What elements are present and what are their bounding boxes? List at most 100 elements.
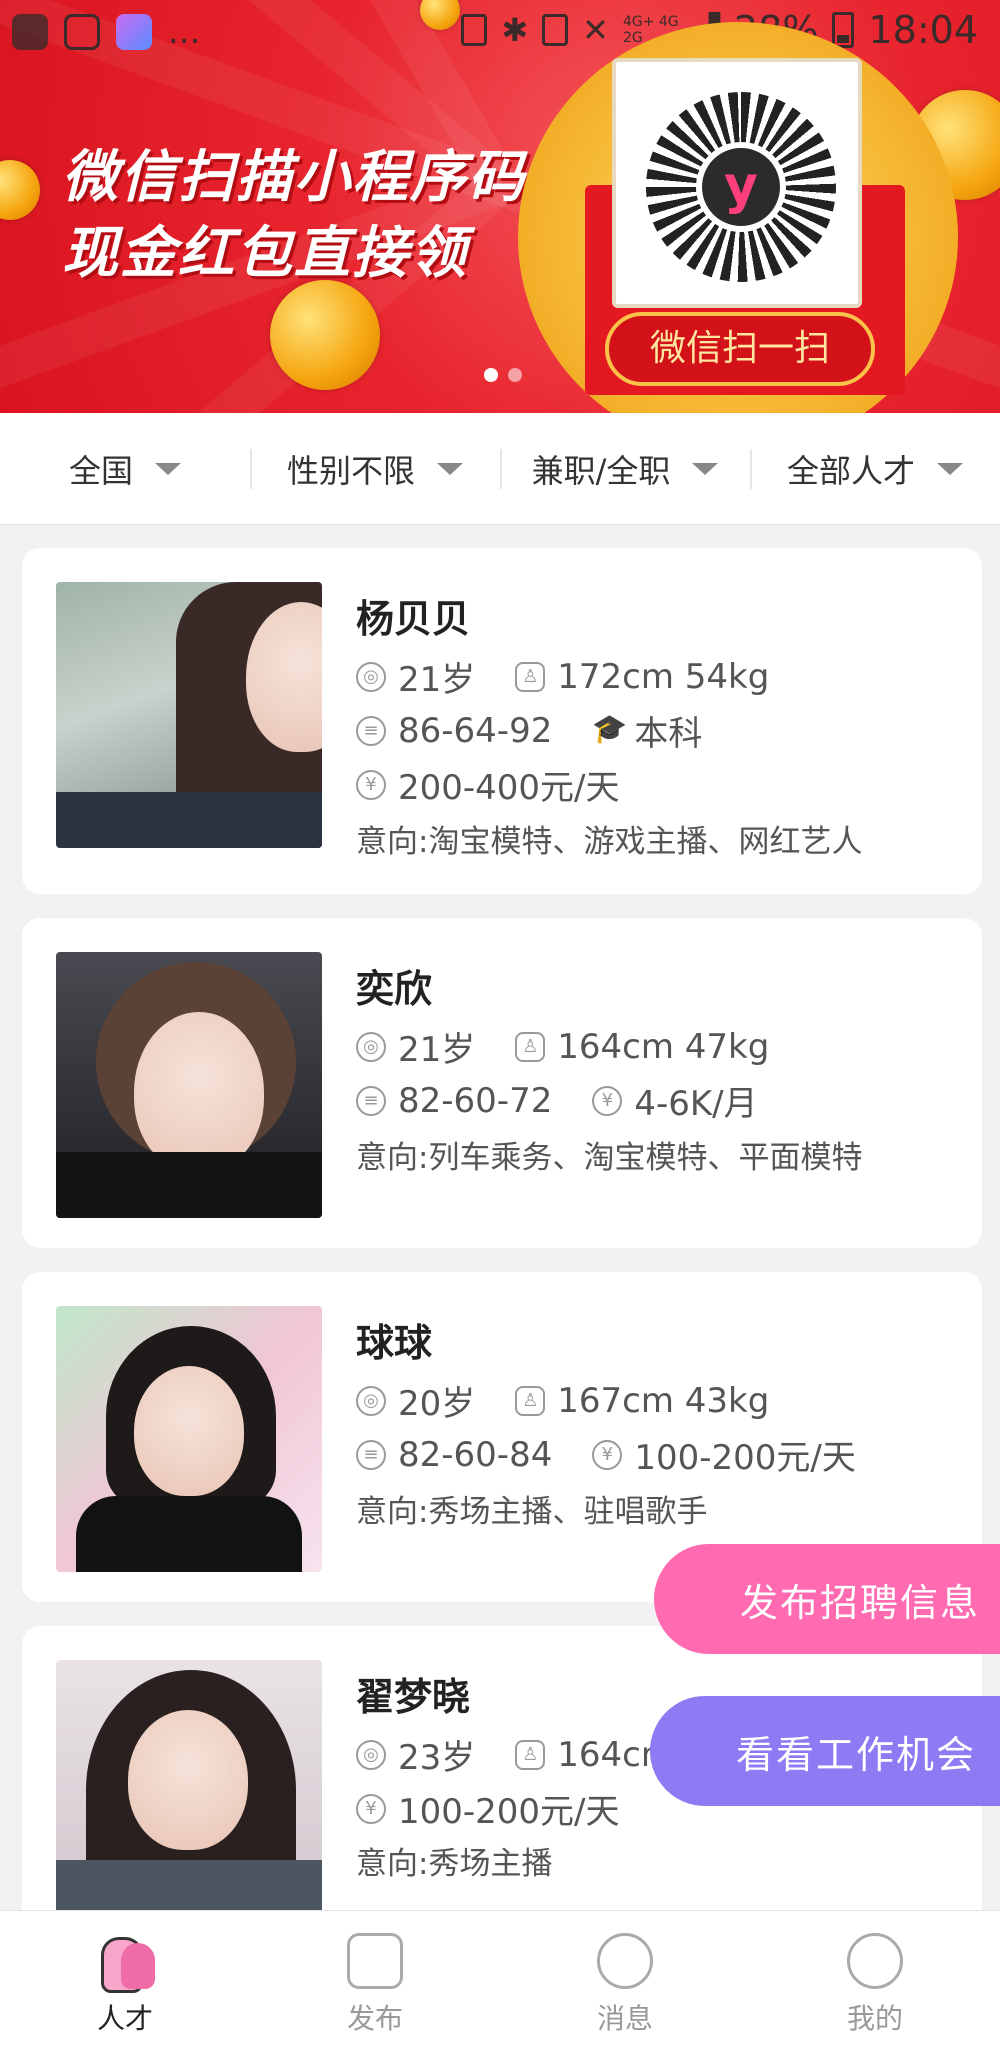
measurements-icon: ≡ [356,1439,386,1470]
filter-job-type[interactable]: 兼职/全职 [500,413,750,524]
carousel-dot-2[interactable] [508,368,522,382]
talent-age: 20岁 [398,1384,476,1424]
talent-name: 翟梦晓 [356,1675,471,1719]
filter-label: 兼职/全职 [531,451,671,490]
avatar-photo [56,1306,322,1572]
talent-height-weight: 172cm 54kg [557,656,770,697]
post-job-button[interactable]: 发布招聘信息 [654,1544,1000,1654]
bluetooth-icon: ✱ [501,11,529,49]
age-icon: ◎ [356,661,386,692]
yen-icon: ¥ [356,769,386,800]
coin-decoration [270,280,380,390]
people-icon [97,1933,155,1993]
message-icon [597,1933,653,1989]
talent-intent: 意向:秀场主播 [356,1846,553,1882]
avatar-photo [56,952,322,1218]
filter-gender[interactable]: 性别不限 [250,413,500,524]
sim-icon [461,14,488,46]
nav-label: 发布 [346,2002,403,2035]
banner-line-2: 现金红包直接领 [62,221,468,286]
talent-pay: 100-200元/天 [398,1792,620,1832]
body-icon: ♙ [515,1031,546,1062]
talent-measurements-row: ≡ 86-64-92 🎓 本科 [356,706,702,755]
carousel-indicator [484,368,522,382]
chevron-down-icon [937,462,963,475]
body-icon: ♙ [515,1385,546,1416]
notification-icon [12,14,48,50]
measurements-icon: ≡ [356,1085,386,1116]
mute-icon: ✕ [582,11,609,49]
talent-height-weight: 164cm 47kg [557,1026,770,1067]
carousel-dot-1[interactable] [484,368,498,382]
talent-stats-row: ◎ 20岁 ♙ 167cm 43kg [356,1376,769,1425]
banner-headline: 微信扫描小程序码 现金红包直接领 [62,140,526,292]
talent-measurements-row: ≡ 82-60-72 ¥4-6K/月 [356,1076,758,1125]
talent-pay: 200-400元/天 [398,768,620,808]
filter-label: 全部人才 [786,451,915,490]
age-icon: ◎ [356,1031,386,1062]
banner-line-1: 微信扫描小程序码 [62,145,526,210]
nfc-icon [542,14,569,46]
nav-label: 消息 [596,2002,653,2035]
yen-icon: ¥ [592,1439,623,1470]
talent-pay-row: ¥100-200元/天 [356,1784,620,1833]
talent-education: 本科 [634,714,703,754]
talent-age: 23岁 [398,1738,476,1778]
filter-label: 全国 [68,451,133,490]
talent-name: 球球 [356,1321,433,1365]
filter-region[interactable]: 全国 [0,413,250,524]
view-jobs-button[interactable]: 看看工作机会 [650,1696,1000,1806]
nav-talent[interactable]: 人才 [0,1911,250,2056]
avatar-photo [56,582,322,848]
talent-intent: 意向:秀场主播、驻唱歌手 [356,1494,708,1530]
filter-label: 性别不限 [286,451,415,490]
filter-talent-category[interactable]: 全部人才 [750,413,1000,524]
talent-card[interactable]: 奕欣 ◎ 21岁 ♙ 164cm 47kg ≡ 82-60-72 ¥4-6K/月 意向… [22,918,982,1248]
nav-post[interactable]: 发布 [250,1911,500,2056]
battery-icon [832,12,855,48]
nav-profile[interactable]: 我的 [750,1911,1000,2056]
age-icon: ◎ [356,1385,386,1416]
talent-card[interactable]: 杨贝贝 ◎ 21岁 ♙ 172cm 54kg ≡ 86-64-92 🎓 本科 ¥200-… [22,548,982,894]
nav-label: 我的 [846,2002,903,2035]
nav-messages[interactable]: 消息 [500,1911,750,2056]
talent-age: 21岁 [398,1030,476,1070]
logo-icon [696,142,786,232]
filter-bar: 全国 性别不限 兼职/全职 全部人才 [0,413,1000,525]
coin-decoration [0,160,40,220]
avatar-photo [56,1660,322,1926]
bottom-nav: 人才 发布 消息 我的 [0,1910,1000,2056]
talent-stats-row: ◎ 21岁 ♙ 164cm 47kg [356,1022,769,1071]
chevron-down-icon [692,462,719,475]
notification-icon [64,14,100,50]
talent-pay: 4-6K/月 [634,1084,758,1124]
promo-banner[interactable]: ... ✱ ✕ 4G+ 4G 2G ▟ 28% 18:04 微信扫描小程序码 现… [0,0,1000,413]
talent-age: 21岁 [398,660,476,700]
talent-pay-row: ¥200-400元/天 [356,760,620,809]
talent-intent: 意向:淘宝模特、游戏主播、网红艺人 [356,824,863,860]
chevron-down-icon [437,462,463,475]
talent-name: 杨贝贝 [356,597,471,641]
talent-measurements: 82-60-84 [398,1434,553,1475]
shop-icon [116,14,152,50]
mini-program-qr-code [612,58,862,308]
nav-label: 人才 [96,2002,153,2035]
measurements-icon: ≡ [356,715,386,746]
body-icon: ♙ [515,661,546,692]
talent-stats-row: ◎ 21岁 ♙ 172cm 54kg [356,652,769,701]
chevron-down-icon [155,462,181,475]
clock: 18:04 [868,8,978,52]
more-notifications: ... [168,12,201,52]
age-icon: ◎ [356,1739,386,1770]
yen-icon: ¥ [356,1793,386,1824]
talent-intent: 意向:列车乘务、淘宝模特、平面模特 [356,1140,863,1176]
scan-button[interactable]: 微信扫一扫 [605,312,875,386]
talent-measurements: 82-60-72 [398,1080,553,1121]
talent-measurements-row: ≡ 82-60-84 ¥100-200元/天 [356,1430,856,1479]
education-icon: 🎓 [592,711,628,745]
talent-name: 奕欣 [356,967,433,1011]
talent-pay: 100-200元/天 [634,1438,856,1478]
yen-icon: ¥ [592,1085,623,1116]
talent-stats-row: ◎ 23岁 ♙ 164cm [356,1730,674,1779]
profile-icon [847,1933,903,1989]
